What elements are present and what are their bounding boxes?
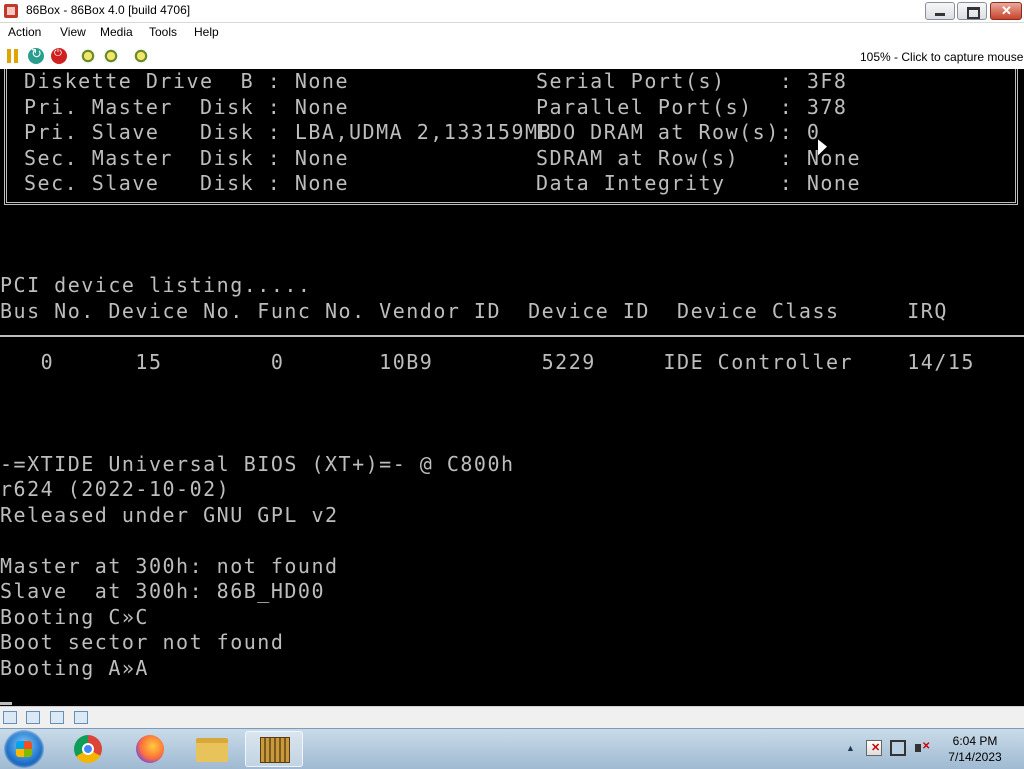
show-hidden-icons-icon[interactable]: ▲ [846,743,855,753]
taskbar-chrome[interactable] [58,731,116,767]
chrome-icon [74,735,102,763]
menu-view[interactable]: View [60,25,86,39]
text-cursor [0,702,12,705]
pci-heading: PCI device listing..... [0,273,312,297]
capture-mouse-hint[interactable]: 105% - Click to capture mouse [860,50,1023,64]
sound-icon[interactable] [74,711,88,724]
bios-line: Parallel Port(s) : 378 [536,94,848,119]
taskbar-explorer[interactable] [183,731,241,767]
menu-tools[interactable]: Tools [149,25,177,39]
keyboard-icon[interactable] [50,711,64,724]
title-bar: 86Box - 86Box 4.0 [build 4706] [0,0,1024,23]
emulator-screen[interactable]: Diskette Drive B : None Pri. Master Disk… [0,69,1024,706]
hard-reset-icon[interactable] [28,46,44,64]
volume-muted-icon[interactable] [914,740,930,756]
console-line: -=XTIDE Universal BIOS (XT+)=- @ C800h [0,451,515,476]
floppy-drive-icon[interactable] [3,711,17,724]
bios-line: Data Integrity : None [536,171,861,195]
status-bar [0,706,1024,729]
pci-divider [0,335,1024,337]
bios-line: Diskette Drive B : None [24,69,349,93]
console-line: Master at 300h: not found [0,553,339,578]
console-line: Booting A»A [0,655,149,680]
bios-line: Sec. Slave Disk : None [24,171,349,195]
restore-button[interactable] [957,2,987,20]
bios-line: Pri. Master Disk : None [24,94,349,119]
86box-app-icon[interactable] [4,4,18,18]
settings-icon[interactable] [133,48,149,64]
bios-line: SDRAM at Row(s) : None [536,145,861,170]
bios-line: Serial Port(s) : 3F8 [536,69,848,93]
86box-icon [260,737,290,763]
bios-line: Sec. Master Disk : None [24,145,349,170]
menu-action[interactable]: Action [8,25,41,39]
pause-icon[interactable] [5,48,21,64]
console-line: Released under GNU GPL v2 [0,502,339,527]
bios-line: Pri. Slave Disk : LBA,UDMA 2,133159MB [24,120,553,144]
power-icon[interactable] [51,48,67,64]
menu-media[interactable]: Media [100,25,133,39]
firefox-icon [136,735,164,763]
menu-help[interactable]: Help [194,25,219,39]
window-title: 86Box - 86Box 4.0 [build 4706] [26,3,191,17]
start-button[interactable] [4,730,44,768]
toolbar: 105% - Click to capture mouse [0,44,1024,69]
ctrl-alt-del-icon[interactable] [80,48,96,64]
clock-time: 6:04 PM [952,734,998,748]
console-line: r624 (2022-10-02) [0,477,231,501]
taskbar-86box[interactable] [245,731,303,767]
clock-date: 7/14/2023 [948,750,1002,764]
system-clock[interactable]: 6:04 PM 7/14/2023 [940,733,1010,765]
hard-disk-icon[interactable] [26,711,40,724]
close-button[interactable] [990,2,1022,20]
pci-column-headers: Bus No. Device No. Func No. Vendor ID De… [0,298,948,323]
bios-line: EDO DRAM at Row(s): 0 [536,120,821,144]
console-line: Booting C»C [0,604,149,629]
console-line: Slave at 300h: 86B_HD00 [0,579,325,603]
mouse-pointer-icon [818,139,827,159]
network-icon[interactable] [890,740,906,756]
console-line: Boot sector not found [0,630,285,654]
menu-bar: Action View Media Tools Help [0,23,1024,43]
action-center-icon[interactable] [866,740,882,756]
folder-icon [196,738,228,762]
pci-row: 0 15 0 10B9 5229 IDE Controller 14/15 [0,349,975,374]
ctrl-alt-esc-icon[interactable] [103,48,119,64]
taskbar-firefox[interactable] [120,731,178,767]
minimize-button[interactable] [925,2,955,20]
taskbar: ▲ 6:04 PM 7/14/2023 [0,728,1024,769]
